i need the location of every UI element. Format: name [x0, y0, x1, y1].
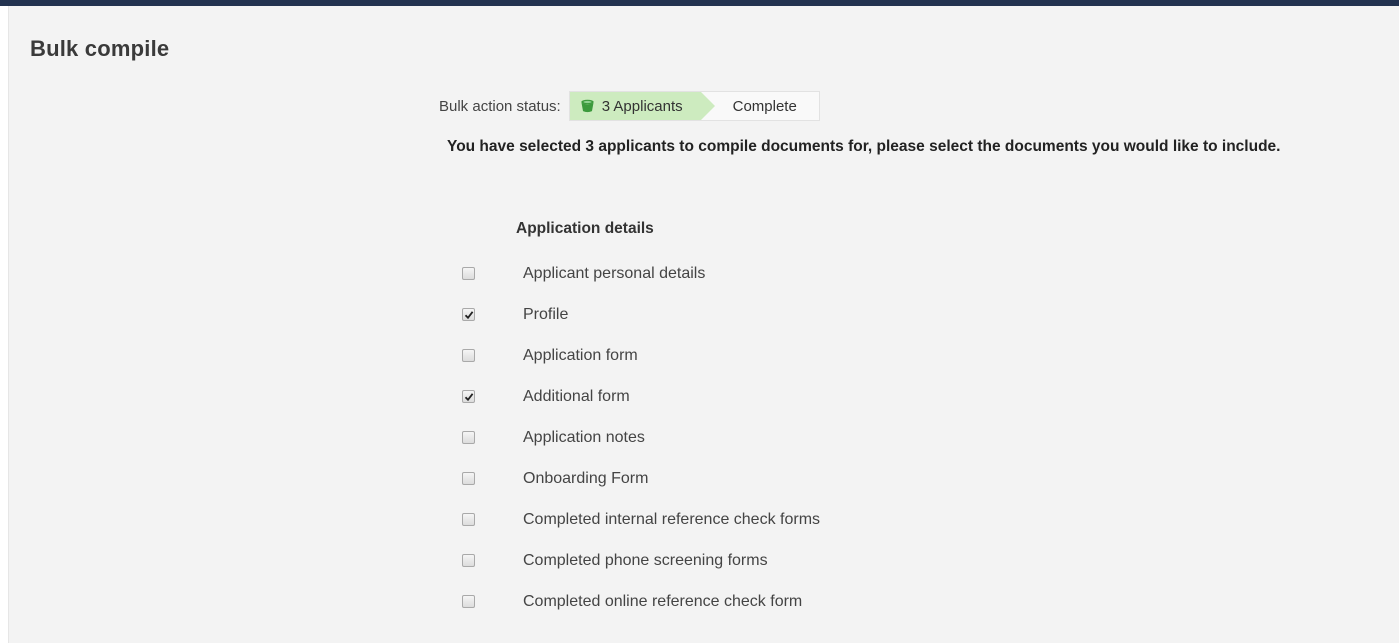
bulk-compile-panel: Bulk compile Bulk action status: 3 Appli…: [9, 6, 1399, 643]
status-step-complete: Complete: [701, 92, 819, 120]
status-step-applicants: 3 Applicants: [569, 92, 715, 120]
list-item[interactable]: Applicant personal details: [456, 253, 820, 294]
check-icon: [464, 392, 473, 401]
list-item[interactable]: Application form: [456, 335, 820, 376]
list-item[interactable]: Completed phone screening forms: [456, 540, 820, 581]
status-step-label: 3 Applicants: [601, 97, 683, 115]
list-item[interactable]: Completed internal reference check forms: [456, 499, 820, 540]
status-steps: 3 Applicants Complete: [568, 91, 820, 121]
status-label: Bulk action status:: [439, 97, 561, 115]
checkbox[interactable]: [462, 308, 475, 321]
option-label: Onboarding Form: [523, 469, 649, 487]
checkbox[interactable]: [462, 472, 475, 485]
checkbox[interactable]: [462, 595, 475, 608]
checkbox[interactable]: [462, 390, 475, 403]
checkbox[interactable]: [462, 349, 475, 362]
check-icon: [464, 310, 473, 319]
status-step-label: Complete: [732, 97, 797, 115]
option-label: Additional form: [523, 387, 630, 405]
list-item[interactable]: Application notes: [456, 417, 820, 458]
option-label: Completed internal reference check forms: [523, 510, 821, 528]
document-options: Applicant personal details Profile Appli…: [456, 253, 820, 622]
option-label: Profile: [523, 305, 569, 323]
intro-text: You have selected 3 applicants to compil…: [447, 138, 1281, 155]
page-title: Bulk compile: [30, 36, 170, 61]
checkbox[interactable]: [462, 267, 475, 280]
list-item[interactable]: Profile: [456, 294, 820, 335]
left-edge: [0, 6, 9, 643]
option-label: Applicant personal details: [523, 264, 706, 282]
option-label: Application notes: [523, 428, 645, 446]
option-label: Completed phone screening forms: [523, 551, 768, 569]
checkbox[interactable]: [462, 554, 475, 567]
list-item[interactable]: Onboarding Form: [456, 458, 820, 499]
list-item[interactable]: Completed online reference check form: [456, 581, 820, 622]
bucket-icon: [580, 99, 595, 113]
checkbox[interactable]: [462, 513, 475, 526]
option-label: Completed online reference check form: [523, 592, 803, 610]
list-item[interactable]: Additional form: [456, 376, 820, 417]
option-label: Application form: [523, 346, 638, 364]
section-heading: Application details: [516, 220, 654, 237]
checkbox[interactable]: [462, 431, 475, 444]
bulk-action-status: Bulk action status: 3 Applicants Complet…: [439, 90, 820, 122]
